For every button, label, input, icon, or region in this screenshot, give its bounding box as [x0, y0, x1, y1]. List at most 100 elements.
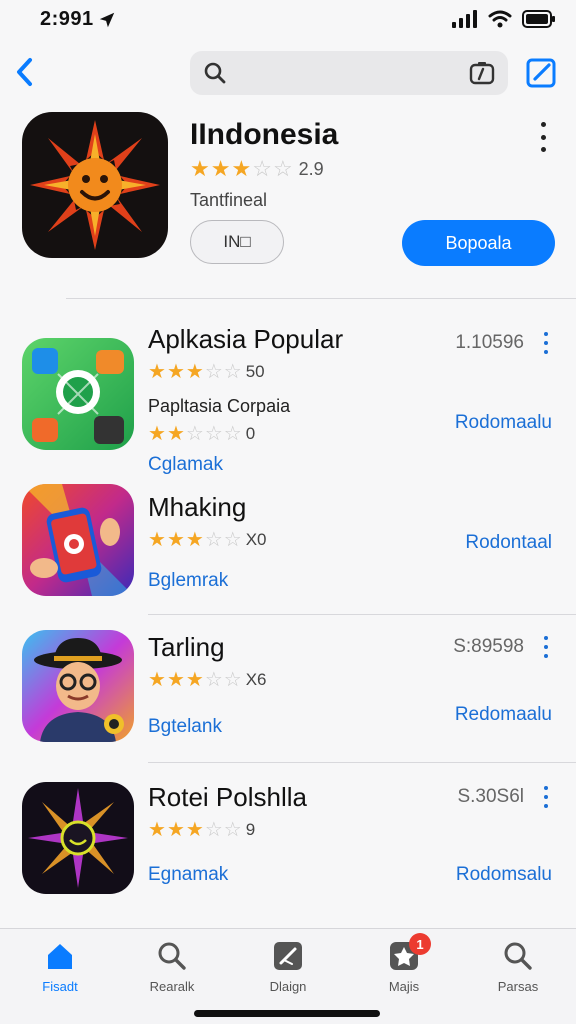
star-empty-icon: ☆	[223, 669, 242, 691]
star-filled-icon: ★	[231, 156, 252, 181]
star-rating: ★ ★ ★ ☆ ☆	[148, 362, 242, 382]
star-empty-icon: ☆	[252, 156, 272, 181]
app-icon[interactable]	[22, 630, 134, 742]
app-action-link[interactable]: Rodontaal	[465, 532, 552, 554]
app-subtitle: Papltasia Corpaia	[148, 396, 291, 416]
app-size: S.30S6l	[457, 786, 524, 807]
tab-home[interactable]: Fisadt	[10, 939, 110, 1003]
star-filled-icon: ★	[166, 529, 185, 551]
top-nav	[0, 46, 576, 102]
star-filled-icon: ★	[185, 361, 204, 383]
app-category-link[interactable]: Egnamak	[148, 864, 228, 886]
star-filled-icon: ★	[166, 669, 185, 691]
star-empty-icon: ☆	[223, 819, 242, 841]
list-item[interactable]: Aplkasia Popular ★ ★ ★ ☆ ☆ 50 Papltasia Corp…	[0, 320, 576, 475]
more-options-icon[interactable]	[542, 636, 550, 658]
tab-search-secondary[interactable]: Parsas	[468, 939, 568, 1003]
more-options-icon[interactable]	[542, 332, 550, 354]
app-category-link[interactable]: Cglamak	[148, 454, 223, 476]
star-filled-icon: ★	[166, 361, 185, 383]
battery-icon	[522, 10, 555, 28]
tab-design[interactable]: Dlaign	[238, 939, 338, 1003]
star-empty-icon: ☆	[204, 361, 223, 383]
app-icon[interactable]	[22, 338, 134, 450]
app-rating: ★ ★ ★ ☆ ☆ 50	[148, 362, 265, 382]
app-title: Aplkasia Popular	[148, 324, 344, 354]
status-time: 2:991	[40, 8, 116, 31]
compose-button[interactable]	[522, 54, 560, 92]
more-options-icon[interactable]	[532, 122, 554, 152]
star-empty-icon: ☆	[204, 423, 223, 445]
star-empty-icon: ☆	[204, 529, 223, 551]
star-empty-icon: ☆	[272, 156, 293, 181]
star-filled-icon: ★	[166, 819, 185, 841]
app-category-link[interactable]: Bgtelank	[148, 716, 222, 738]
star-empty-icon: ☆	[223, 423, 242, 445]
star-filled-icon: ★	[148, 361, 166, 383]
tab-label: Parsas	[497, 979, 539, 994]
featured-app: IIndonesia ★ ★ ★ ☆ ☆ 2.9 Tantfineal IN□ Bopo…	[0, 112, 576, 292]
list-item[interactable]: Rotei Polshlla ★ ★ ★ ☆ ☆ 9 Egnamak S.30S6l R…	[0, 780, 576, 910]
avatar-character-icon	[22, 630, 134, 742]
rating-value: 9	[245, 820, 256, 839]
star-rating: ★ ★ ☆ ☆ ☆	[148, 424, 242, 444]
star-empty-icon: ☆	[185, 423, 204, 445]
phone-hand-icon	[22, 484, 134, 596]
search-bar[interactable]	[190, 51, 508, 95]
divider	[148, 762, 576, 763]
more-options-icon[interactable]	[542, 786, 550, 808]
star-filled-icon: ★	[166, 423, 185, 445]
app-size: 1.10596	[455, 332, 524, 353]
rating-value: X6	[245, 670, 267, 689]
list-item[interactable]: Tarling ★ ★ ★ ☆ ☆ X6 Bgtelank S:89598 Redoma…	[0, 628, 576, 752]
starburst-icon	[22, 782, 134, 894]
app-title: Rotei Polshlla	[148, 782, 307, 812]
apps-icon: 1	[387, 933, 431, 973]
app-rating: ★ ★ ★ ☆ ☆ X6	[148, 670, 266, 690]
search-input[interactable]	[228, 64, 468, 82]
get-button[interactable]: Bopoala	[402, 220, 555, 266]
divider	[148, 614, 576, 615]
star-empty-icon: ☆	[204, 669, 223, 691]
star-filled-icon: ★	[190, 156, 210, 181]
tab-search[interactable]: Rearalk	[122, 939, 222, 1003]
app-category-link[interactable]: Bglemrak	[148, 570, 228, 592]
app-icon[interactable]	[22, 782, 134, 894]
app-size: S:89598	[453, 636, 524, 657]
compose-icon	[526, 58, 556, 88]
app-action-link[interactable]: Redomaalu	[455, 704, 552, 726]
app-rating: ★ ★ ★ ☆ ☆ 9	[148, 820, 255, 840]
search-icon	[501, 939, 535, 973]
design-icon	[271, 939, 305, 973]
tab-apps[interactable]: 1 Majis	[354, 933, 454, 1003]
tab-label: Majis	[388, 979, 420, 994]
divider	[66, 298, 576, 299]
app-icon[interactable]	[22, 484, 134, 596]
featured-app-subtitle: Tantfineal	[190, 190, 268, 210]
star-filled-icon: ★	[210, 156, 231, 181]
app-action-link[interactable]: Rodomsalu	[456, 864, 552, 886]
list-item[interactable]: Mhaking ★ ★ ★ ☆ ☆ X0 Bglemrak Rodontaal	[0, 482, 576, 602]
tab-label: Dlaign	[269, 979, 307, 994]
star-empty-icon: ☆	[223, 529, 242, 551]
secondary-button[interactable]: IN□	[190, 220, 284, 264]
rating-value: 0	[245, 424, 256, 443]
app-action-link[interactable]: Rodomaalu	[455, 412, 552, 434]
camera-icon[interactable]	[468, 59, 496, 87]
wifi-icon	[488, 10, 512, 28]
rating-value: 2.9	[298, 158, 324, 179]
back-button[interactable]	[10, 54, 38, 90]
star-rating: ★ ★ ★ ☆ ☆	[148, 530, 242, 550]
status-bar: 2:991	[0, 0, 576, 40]
app-sub-rating: ★ ★ ☆ ☆ ☆ 0	[148, 424, 255, 444]
notification-badge: 1	[409, 933, 431, 955]
star-filled-icon: ★	[148, 423, 166, 445]
star-filled-icon: ★	[185, 669, 204, 691]
search-icon	[204, 62, 226, 84]
location-arrow-icon	[99, 12, 114, 27]
featured-app-icon[interactable]	[22, 112, 168, 258]
star-filled-icon: ★	[185, 819, 204, 841]
signal-icon	[452, 10, 477, 28]
star-filled-icon: ★	[185, 529, 204, 551]
star-rating: ★ ★ ★ ☆ ☆	[148, 820, 242, 840]
